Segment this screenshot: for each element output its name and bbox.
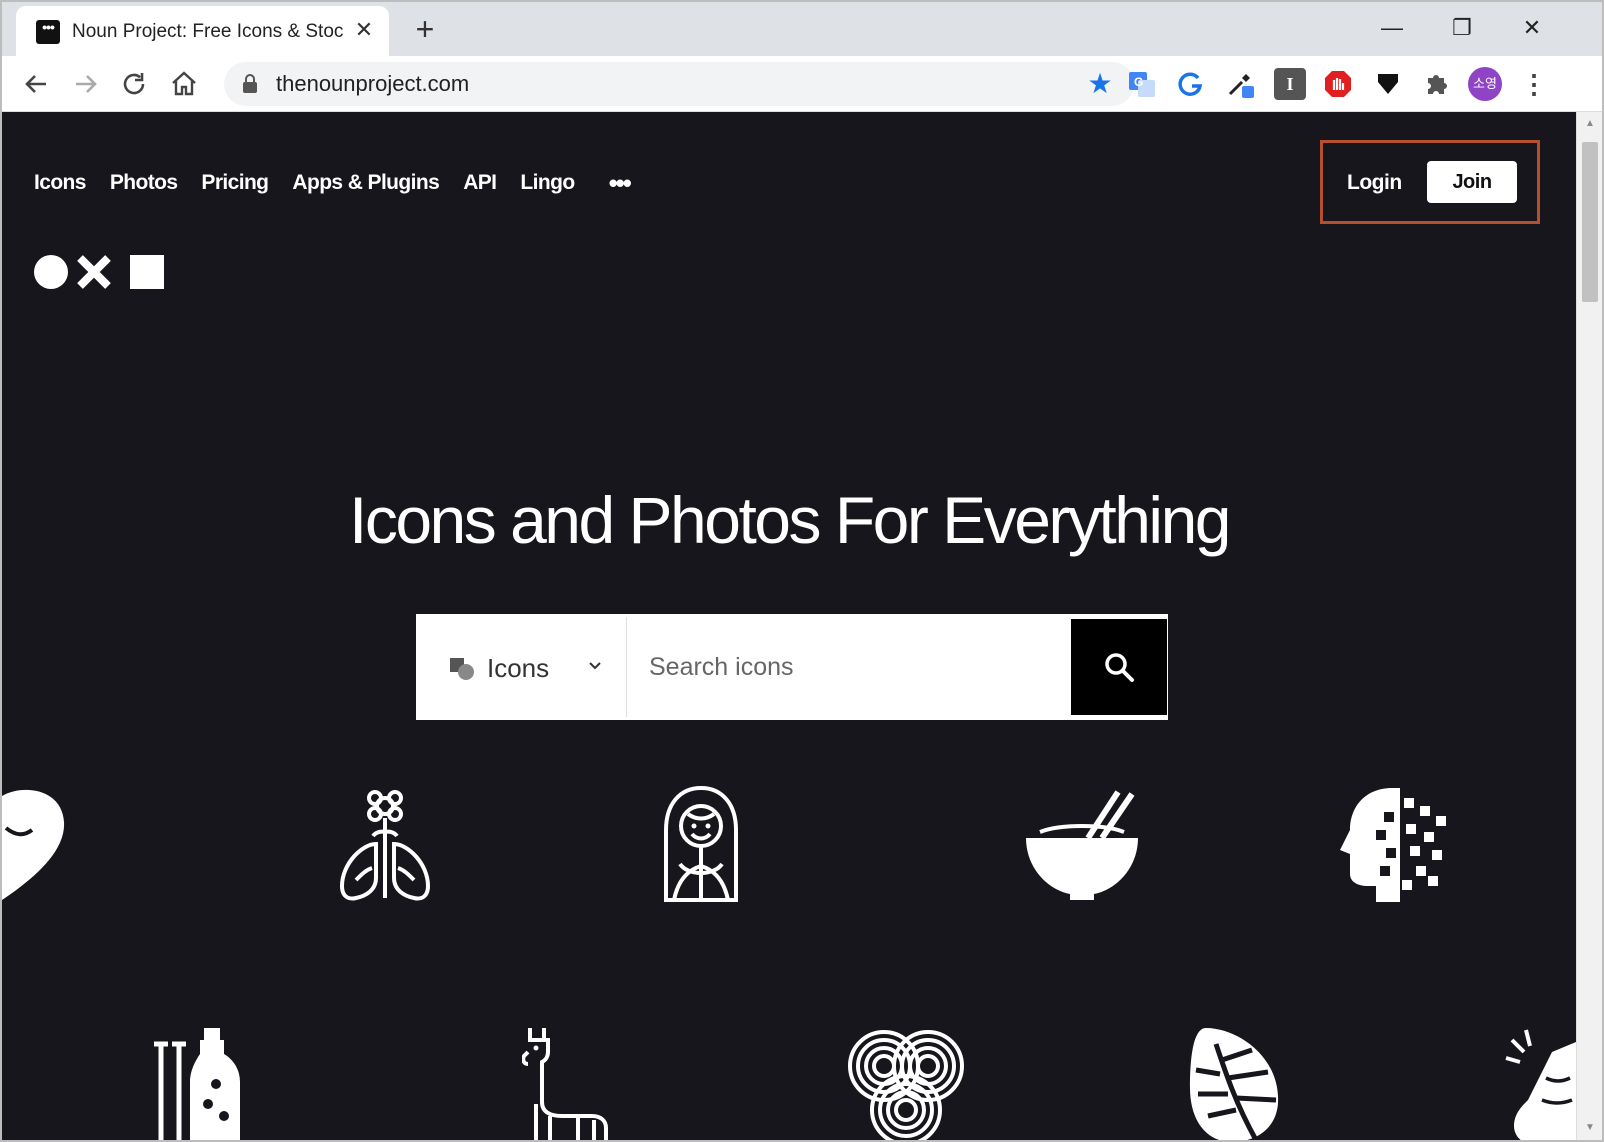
address-bar[interactable]: thenounproject.com ★: [224, 62, 1134, 106]
page-scrollbar[interactable]: ▲ ▼: [1576, 112, 1602, 1140]
monstera-leaf-icon[interactable]: [1186, 1024, 1282, 1140]
back-arrow-icon[interactable]: [18, 66, 54, 102]
site-nav: Icons Photos Pricing Apps & Plugins API …: [34, 168, 632, 199]
tab-title: Noun Project: Free Icons & Stock Photos: [72, 21, 344, 42]
window-restore-button[interactable]: ❐: [1442, 10, 1482, 46]
nav-icons[interactable]: Icons: [34, 171, 86, 195]
bookmark-star-icon[interactable]: ★: [1086, 70, 1114, 98]
spiral-knot-icon[interactable]: [846, 1026, 966, 1140]
search-button[interactable]: [1071, 619, 1167, 715]
tab-close-icon[interactable]: ✕: [352, 18, 376, 42]
head-pixels-icon[interactable]: [1336, 784, 1454, 904]
instapaper-icon[interactable]: I: [1274, 68, 1306, 100]
scroll-thumb[interactable]: [1582, 142, 1598, 302]
bowl-chopsticks-icon[interactable]: [1022, 788, 1142, 904]
lock-icon[interactable]: [242, 74, 258, 94]
active-tab[interactable]: ••• Noun Project: Free Icons & Stock Pho…: [16, 6, 389, 56]
window-minimize-button[interactable]: —: [1372, 10, 1412, 46]
nav-pricing[interactable]: Pricing: [201, 171, 269, 195]
google-translate-icon[interactable]: G: [1126, 68, 1158, 100]
heart-icon[interactable]: [2, 788, 72, 904]
noun-project-page: Icons Photos Pricing Apps & Plugins API …: [2, 112, 1576, 1140]
grammarly-icon[interactable]: [1174, 68, 1206, 100]
pocket-download-icon[interactable]: [1372, 68, 1404, 100]
woman-portrait-icon[interactable]: [660, 784, 742, 904]
auth-highlight-box: Login Join: [1320, 140, 1540, 224]
home-icon[interactable]: [166, 66, 202, 102]
nav-apps-plugins[interactable]: Apps & Plugins: [292, 171, 439, 195]
url-text[interactable]: thenounproject.com: [276, 72, 469, 96]
browser-toolbar: thenounproject.com ★ G I 소영 ⋮: [2, 56, 1602, 112]
eyedropper-icon[interactable]: [1224, 68, 1256, 100]
search-bar: Icons: [416, 614, 1168, 720]
noun-project-logo[interactable]: [34, 252, 166, 292]
more-menu-icon[interactable]: •••: [609, 168, 632, 199]
scroll-down-arrow-icon[interactable]: ▼: [1583, 1122, 1597, 1136]
menu-kebab-icon[interactable]: ⋮: [1518, 68, 1550, 100]
forward-arrow-icon[interactable]: [68, 66, 104, 102]
search-type-label: Icons: [487, 653, 550, 683]
magnifier-icon: [1105, 653, 1134, 682]
profile-avatar[interactable]: 소영: [1468, 67, 1502, 101]
scroll-up-arrow-icon[interactable]: ▲: [1583, 118, 1597, 132]
adblock-icon[interactable]: [1322, 68, 1354, 100]
lungs-flower-icon[interactable]: [338, 788, 432, 904]
join-button[interactable]: Join: [1427, 161, 1517, 203]
search-type-dropdown[interactable]: Icons: [419, 617, 627, 717]
hero-title: Icons and Photos For Everything: [348, 483, 1232, 557]
window-close-button[interactable]: ✕: [1512, 10, 1552, 46]
login-link[interactable]: Login: [1347, 171, 1402, 195]
chevron-down-icon: [587, 657, 603, 678]
shapes-icon: [449, 657, 475, 681]
test-tubes-bottle-icon[interactable]: [148, 1024, 252, 1140]
nav-lingo[interactable]: Lingo: [520, 171, 575, 195]
nav-photos[interactable]: Photos: [110, 171, 178, 195]
tab-strip: ••• Noun Project: Free Icons & Stock Pho…: [2, 2, 1602, 56]
svg-text:G: G: [1134, 75, 1143, 89]
nav-api[interactable]: API: [463, 171, 497, 195]
browser-window: ••• Noun Project: Free Icons & Stock Pho…: [0, 0, 1604, 1142]
new-tab-button[interactable]: +: [410, 13, 440, 45]
hand-gesture-icon[interactable]: [1502, 1024, 1576, 1140]
reload-icon[interactable]: [116, 66, 152, 102]
llama-icon[interactable]: [522, 1024, 618, 1140]
noun-project-favicon-icon: •••: [36, 20, 60, 44]
extensions-puzzle-icon[interactable]: [1420, 68, 1452, 100]
search-input[interactable]: [629, 617, 1069, 717]
